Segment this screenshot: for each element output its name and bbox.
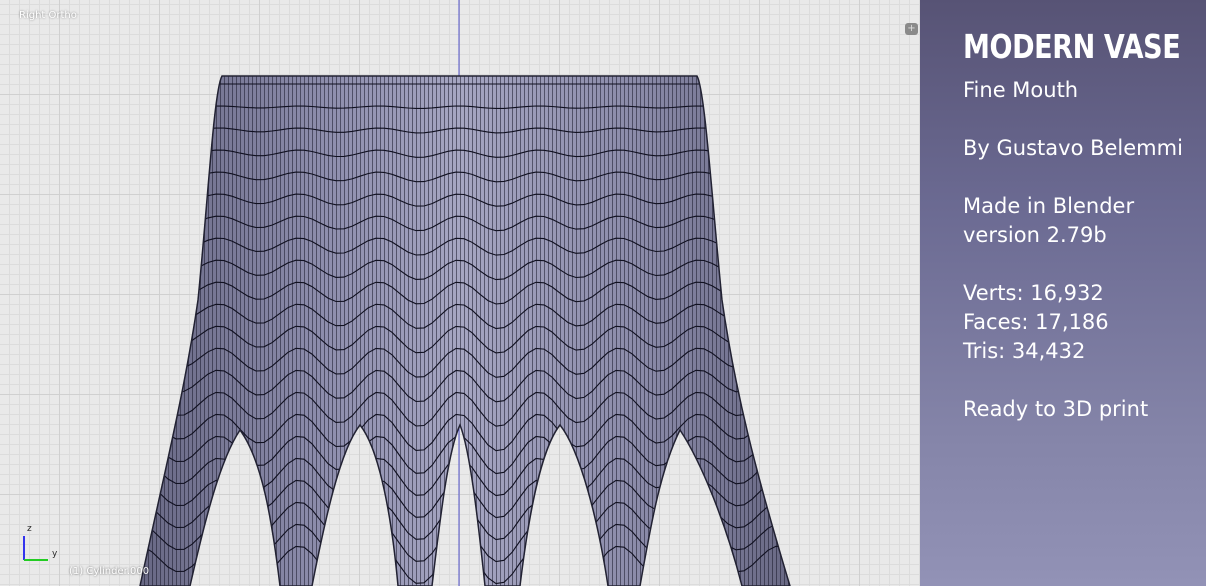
info-panel: MODERN VASE Fine Mouth By Gustavo Belemm…	[920, 0, 1206, 586]
vase-mesh[interactable]	[0, 0, 920, 586]
3d-viewport[interactable]: Right Ortho (1) Cylinder.000 + z y	[0, 0, 920, 586]
vase-contour-line	[140, 545, 790, 585]
tris-count: Tris: 34,432	[963, 339, 1086, 363]
view-label: Right Ortho	[19, 10, 77, 21]
y-axis-label: y	[52, 549, 58, 559]
vase-contour-line	[140, 523, 790, 563]
print-note: Ready to 3D print	[963, 397, 1149, 421]
author-line: By Gustavo Belemmi	[963, 136, 1183, 160]
made-in-line: Made in Blender	[963, 194, 1135, 218]
z-axis-label: z	[27, 524, 32, 534]
vase-subtitle: Fine Mouth	[963, 78, 1079, 102]
object-label: (1) Cylinder.000	[69, 566, 150, 577]
vase-contour-line	[140, 479, 790, 519]
vase-contour-line	[140, 501, 790, 541]
version-line: version 2.79b	[963, 223, 1107, 247]
verts-count: Verts: 16,932	[963, 281, 1104, 305]
faces-count: Faces: 17,186	[963, 310, 1109, 334]
axis-gizmo	[23, 536, 48, 561]
vase-title: MODERN VASE	[963, 27, 1181, 66]
view-split-widget[interactable]: +	[905, 23, 918, 35]
